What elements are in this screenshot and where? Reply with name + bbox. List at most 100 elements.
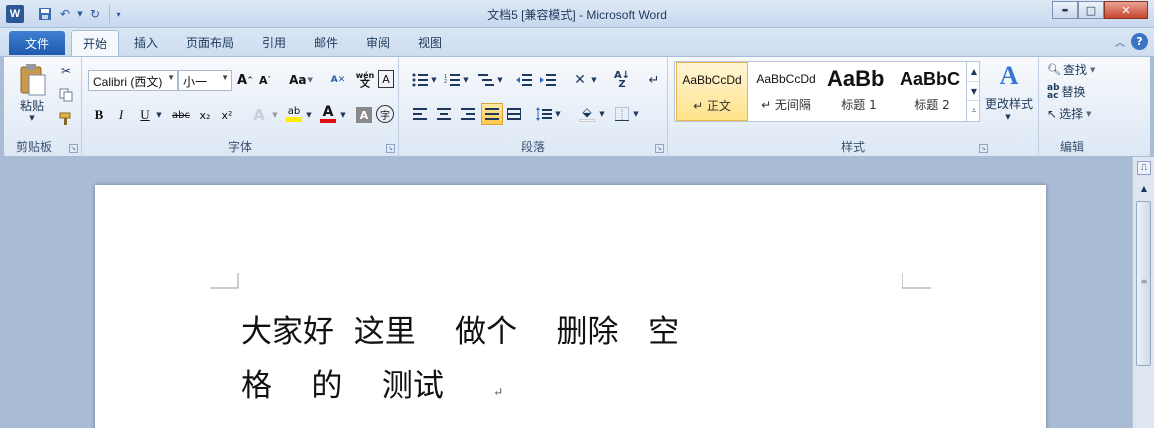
styles-more-icon[interactable]: ⩡: [967, 101, 981, 121]
minimize-button[interactable]: ▬: [1052, 1, 1078, 19]
align-left-icon[interactable]: [411, 105, 429, 123]
paste-label[interactable]: 粘贴: [14, 97, 50, 113]
grow-font-icon[interactable]: A ^: [236, 70, 254, 90]
paragraph-launcher-icon[interactable]: ↘: [655, 144, 664, 153]
decrease-indent-icon[interactable]: [515, 71, 533, 89]
change-styles-dropdown-icon[interactable]: ▼: [1002, 111, 1014, 123]
styles-scroll-up-icon[interactable]: ▲: [967, 61, 981, 81]
paste-dropdown-icon[interactable]: ▼: [26, 113, 38, 123]
borders-icon[interactable]: [613, 105, 631, 123]
increase-indent-icon[interactable]: [539, 71, 557, 89]
change-styles-icon[interactable]: A: [992, 61, 1026, 91]
clear-format-icon[interactable]: A✕: [328, 70, 348, 90]
font-size-value: 小一: [183, 75, 208, 89]
scroll-up-icon[interactable]: ▲: [1137, 181, 1151, 195]
tab-home[interactable]: 开始: [71, 30, 120, 57]
line-spacing-dropdown-icon[interactable]: ▼: [553, 105, 563, 123]
borders-dropdown-icon[interactable]: ▼: [631, 105, 641, 123]
highlight-icon[interactable]: ab: [284, 103, 304, 125]
bullets-dropdown-icon[interactable]: ▼: [429, 71, 439, 89]
style-heading-1[interactable]: AaBb 标题 1: [823, 62, 895, 121]
font-color-dropdown-icon[interactable]: ▼: [338, 105, 348, 125]
editing-group-label: 编辑: [1059, 140, 1084, 154]
distributed-icon[interactable]: [505, 105, 523, 123]
format-painter-icon[interactable]: [58, 111, 74, 127]
bold-button[interactable]: B: [90, 105, 108, 125]
font-name-combo[interactable]: Calibri (西文) ▼: [88, 70, 178, 91]
help-icon[interactable]: ?: [1131, 33, 1148, 50]
change-styles-label[interactable]: 更改样式: [982, 95, 1036, 111]
align-center-icon[interactable]: [435, 105, 453, 123]
font-launcher-icon[interactable]: ↘: [386, 144, 395, 153]
show-marks-icon[interactable]: ↵: [645, 71, 663, 89]
chinese-layout-dropdown-icon[interactable]: ▼: [589, 71, 599, 89]
chinese-layout-icon[interactable]: ✕: [571, 71, 589, 89]
subscript-button[interactable]: x₂: [196, 105, 214, 125]
tab-mailings[interactable]: 邮件: [314, 34, 338, 51]
style-heading-2[interactable]: AaBbC 标题 2: [896, 62, 968, 121]
vertical-scrollbar[interactable]: ⎍ ▲ ≡: [1132, 157, 1154, 428]
numbering-dropdown-icon[interactable]: ▼: [461, 71, 471, 89]
strikethrough-button[interactable]: abc: [170, 105, 192, 125]
italic-button[interactable]: I: [112, 105, 130, 125]
copy-icon[interactable]: [58, 87, 74, 103]
numbering-icon[interactable]: 12: [443, 71, 461, 89]
select-label: 选择: [1059, 107, 1084, 121]
find-dropdown-icon[interactable]: ▼: [1090, 66, 1095, 74]
font-name-dropdown-icon[interactable]: ▼: [167, 73, 175, 82]
close-button[interactable]: ✕: [1104, 1, 1148, 19]
document-text[interactable]: 大家好 这里 做个 删除 空 格 的 测试 ↵: [241, 305, 679, 419]
maximize-button[interactable]: □: [1078, 1, 1104, 19]
tab-view[interactable]: 视图: [418, 34, 442, 51]
style-heading-1-preview: AaBb: [827, 66, 885, 91]
style-normal-name: ↵ 正文: [693, 99, 731, 113]
font-size-combo[interactable]: 小一 ▼: [178, 70, 232, 91]
editing-group: 🔍︎ 查找 ▼ ab ac 替换 ↖ 选择 ▼ 编辑: [1039, 57, 1105, 157]
enclose-characters-icon[interactable]: 字: [376, 105, 394, 123]
tab-page-layout[interactable]: 页面布局: [186, 34, 234, 51]
text-effects-icon[interactable]: A: [248, 105, 270, 125]
tab-file[interactable]: 文件: [9, 31, 65, 55]
minimize-ribbon-icon[interactable]: ︿: [1115, 34, 1125, 49]
phonetic-guide-icon[interactable]: wén 文: [354, 69, 376, 91]
paste-icon[interactable]: [16, 61, 50, 99]
justify-icon[interactable]: [481, 103, 503, 125]
font-color-icon[interactable]: A: [318, 103, 338, 125]
cut-icon[interactable]: ✂: [58, 63, 74, 79]
text-effects-dropdown-icon[interactable]: ▼: [270, 105, 280, 125]
char-shading-icon[interactable]: A: [356, 107, 372, 123]
change-case-icon[interactable]: Aa ▼: [288, 70, 314, 90]
underline-button[interactable]: U: [136, 105, 154, 125]
underline-dropdown-icon[interactable]: ▼: [154, 105, 164, 125]
superscript-button[interactable]: x²: [218, 105, 236, 125]
styles-launcher-icon[interactable]: ↘: [979, 144, 988, 153]
select-button[interactable]: ↖ 选择 ▼: [1047, 105, 1091, 122]
sort-icon[interactable]: A↓ Z: [611, 69, 633, 91]
scroll-thumb[interactable]: ≡: [1136, 201, 1151, 366]
title-bar: W ↶ ▼ ↻ ▾ 文档5 [兼容模式] - Microsoft Word ▬ …: [0, 0, 1154, 28]
style-normal[interactable]: AaBbCcDd ↵ 正文: [676, 62, 748, 121]
document-page[interactable]: 大家好 这里 做个 删除 空 格 的 测试 ↵: [95, 185, 1046, 428]
shrink-font-icon[interactable]: Aˇ: [256, 70, 274, 90]
highlight-dropdown-icon[interactable]: ▼: [304, 105, 314, 125]
tab-review[interactable]: 审阅: [366, 34, 390, 51]
styles-scroll-down-icon[interactable]: ▼: [967, 81, 981, 101]
find-button[interactable]: 🔍︎ 查找 ▼: [1047, 61, 1095, 78]
bullets-icon[interactable]: [411, 71, 429, 89]
ruler-toggle-icon[interactable]: ⎍: [1137, 161, 1151, 175]
multilevel-dropdown-icon[interactable]: ▼: [495, 71, 505, 89]
align-right-icon[interactable]: [459, 105, 477, 123]
style-no-spacing[interactable]: AaBbCcDd ↵ 无间隔: [750, 62, 822, 121]
char-border-icon[interactable]: A: [378, 70, 394, 88]
replace-button[interactable]: ab ac 替换: [1047, 83, 1086, 100]
shading-icon[interactable]: ⬙: [577, 103, 597, 125]
tab-insert[interactable]: 插入: [134, 34, 158, 51]
multilevel-list-icon[interactable]: [477, 71, 495, 89]
shading-dropdown-icon[interactable]: ▼: [597, 105, 607, 123]
find-label: 查找: [1062, 63, 1087, 77]
clipboard-launcher-icon[interactable]: ↘: [69, 144, 78, 153]
tab-references[interactable]: 引用: [262, 34, 286, 51]
font-size-dropdown-icon[interactable]: ▼: [221, 73, 229, 82]
line-spacing-icon[interactable]: [535, 105, 553, 123]
select-dropdown-icon[interactable]: ▼: [1086, 110, 1091, 118]
